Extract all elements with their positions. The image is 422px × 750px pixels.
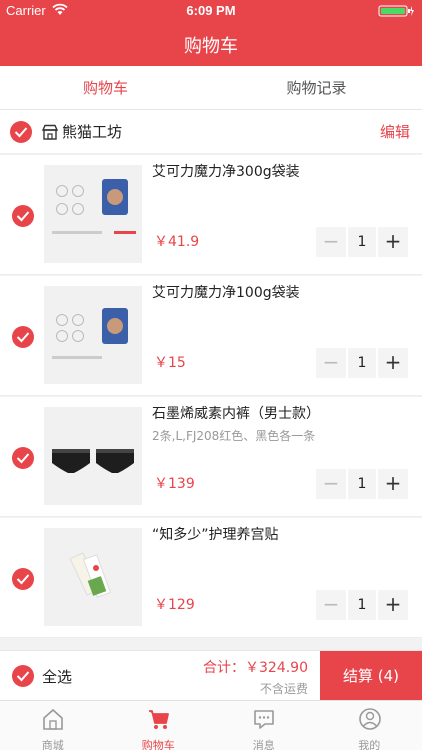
quantity-value[interactable]: 1 — [346, 590, 378, 620]
user-icon — [358, 708, 381, 730]
edit-button[interactable]: 编辑 — [380, 121, 410, 142]
item-checkbox[interactable] — [12, 568, 34, 590]
quantity-value[interactable]: 1 — [346, 227, 378, 257]
item-checkbox[interactable] — [12, 205, 34, 227]
message-icon — [254, 710, 274, 729]
quantity-stepper: − 1 + — [316, 590, 408, 620]
tab-label: 商城 — [41, 739, 64, 750]
increase-button[interactable]: + — [378, 227, 408, 257]
item-checkbox[interactable] — [12, 447, 34, 469]
select-all-label[interactable]: 全选 — [42, 666, 72, 687]
decrease-button[interactable]: − — [316, 227, 346, 257]
tab-label: 购物车 — [141, 739, 175, 750]
shipping-note: 不含运费 — [259, 682, 308, 696]
checkout-bar: 全选 合计：￥324.90 不含运费 结算 (4) — [0, 650, 422, 701]
decrease-button[interactable]: − — [316, 590, 346, 620]
cart-item: 艾可力魔力净300g袋装 ￥41.9 − 1 + — [0, 155, 422, 275]
clock: 6:09 PM — [186, 3, 236, 18]
tab-shopping-cart[interactable]: 购物车 — [106, 701, 212, 750]
check-icon — [16, 332, 30, 343]
quantity-value[interactable]: 1 — [346, 348, 378, 378]
battery-icon — [378, 5, 414, 17]
tab-messages[interactable]: 消息 — [211, 701, 317, 750]
item-price: ￥15 — [154, 355, 186, 371]
select-all-checkbox[interactable] — [12, 665, 34, 687]
check-icon — [16, 574, 30, 585]
item-price: ￥129 — [154, 597, 195, 613]
item-name[interactable]: 艾可力魔力净300g袋装 — [152, 161, 412, 181]
store-name[interactable]: 熊猫工坊 — [62, 121, 122, 142]
tab-purchase-history[interactable]: 购物记录 — [211, 66, 422, 110]
page-title: 购物车 — [184, 36, 238, 57]
item-name[interactable]: 艾可力魔力净100g袋装 — [152, 282, 412, 302]
item-price: ￥41.9 — [154, 234, 200, 250]
item-spec: 2条,L,FJ208红色、黑色各一条 — [152, 429, 316, 443]
tab-bar: 商城 购物车 消息 我的 — [0, 700, 422, 750]
status-bar: Carrier 6:09 PM — [0, 0, 422, 22]
tab-cart[interactable]: 购物车 — [0, 66, 211, 110]
product-image[interactable] — [44, 165, 142, 263]
item-name[interactable]: 石墨烯威素内裤（男士款） — [152, 403, 412, 423]
check-icon — [14, 127, 28, 138]
cart-item: “知多少”护理养宫贴 ￥129 − 1 + — [0, 518, 422, 638]
segment-control: 购物车 购物记录 — [0, 66, 422, 110]
store-checkbox[interactable] — [10, 121, 32, 143]
decrease-button[interactable]: − — [316, 469, 346, 499]
tab-label: 我的 — [358, 739, 381, 750]
product-image[interactable] — [44, 286, 142, 384]
tab-profile[interactable]: 我的 — [317, 701, 422, 750]
decrease-button[interactable]: − — [316, 348, 346, 378]
tab-mall[interactable]: 商城 — [0, 701, 106, 750]
item-price: ￥139 — [154, 476, 195, 492]
total-price: 合计：￥324.90 — [203, 660, 308, 676]
check-icon — [16, 211, 30, 222]
quantity-stepper: − 1 + — [316, 469, 408, 499]
store-header: 熊猫工坊 编辑 — [0, 110, 422, 154]
home-icon — [43, 708, 63, 730]
quantity-stepper: − 1 + — [316, 227, 408, 257]
cart-item: 石墨烯威素内裤（男士款） 2条,L,FJ208红色、黑色各一条 ￥139 − 1… — [0, 397, 422, 517]
item-name[interactable]: “知多少”护理养宫贴 — [152, 524, 412, 544]
check-icon — [16, 453, 30, 464]
cart-item: 艾可力魔力净100g袋装 ￥15 − 1 + — [0, 276, 422, 396]
increase-button[interactable]: + — [378, 590, 408, 620]
increase-button[interactable]: + — [378, 348, 408, 378]
tab-label: 消息 — [252, 739, 275, 750]
quantity-stepper: − 1 + — [316, 348, 408, 378]
increase-button[interactable]: + — [378, 469, 408, 499]
item-checkbox[interactable] — [12, 326, 34, 348]
store-icon — [42, 124, 58, 140]
quantity-value[interactable]: 1 — [346, 469, 378, 499]
product-image[interactable] — [44, 407, 142, 505]
cart-icon — [148, 710, 169, 729]
nav-header: Carrier 6:09 PM 购物车 — [0, 0, 422, 66]
check-icon — [16, 671, 30, 682]
product-image[interactable] — [44, 528, 142, 626]
checkout-button[interactable]: 结算 (4) — [320, 651, 422, 701]
